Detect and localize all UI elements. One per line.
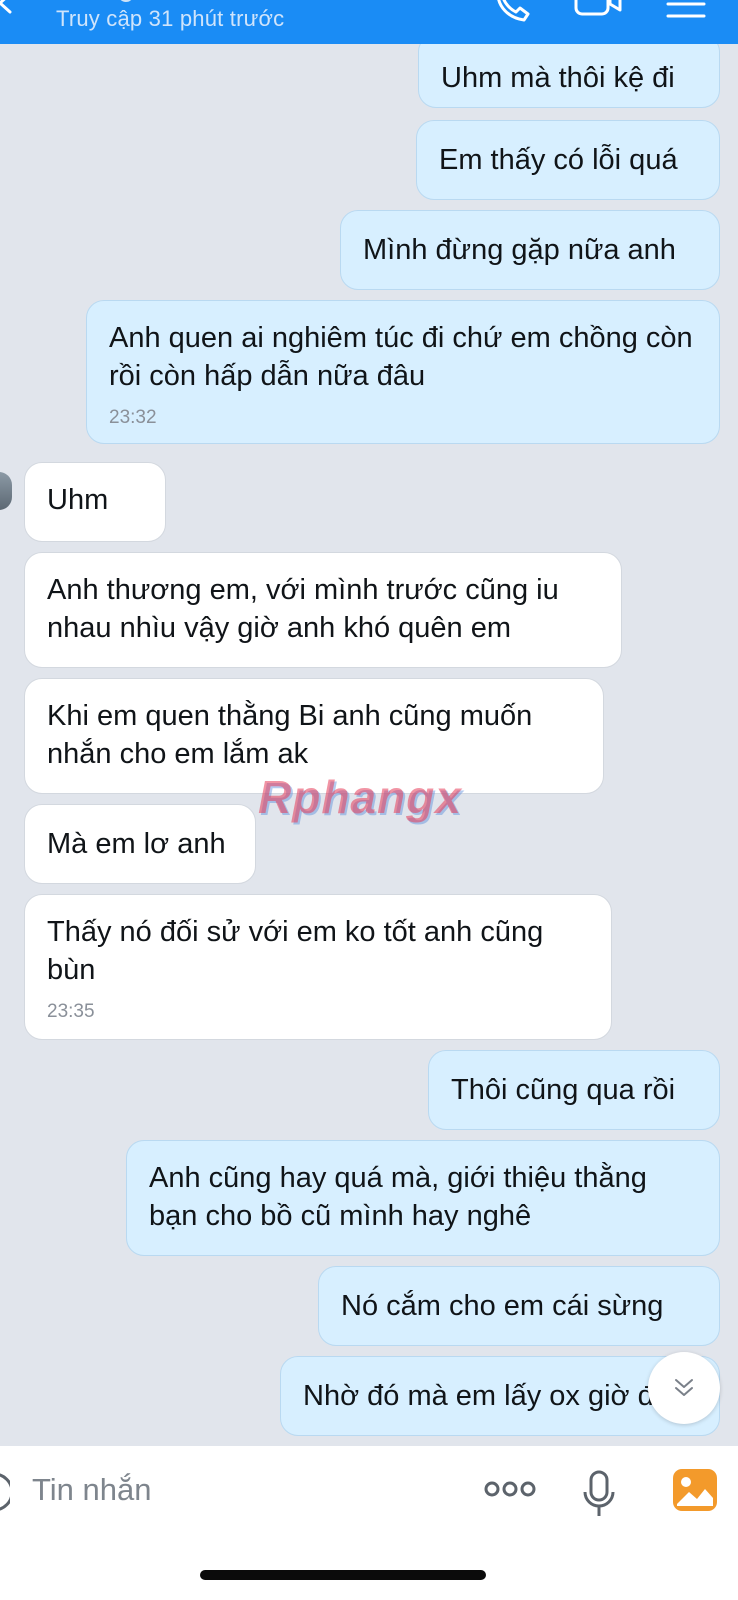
- watermark: Rphangx: [258, 771, 462, 823]
- contact-avatar[interactable]: [118, 0, 134, 2]
- message-incoming[interactable]: Uhm: [24, 462, 166, 542]
- double-chevron-down-icon: [675, 1379, 693, 1396]
- message-time: 23:32: [109, 407, 157, 428]
- message-text: Anh thương em, với mình trước cũng iu nh…: [47, 574, 559, 644]
- message-incoming[interactable]: Thấy nó đối sử với em ko tốt anh cũng bù…: [24, 894, 612, 1040]
- message-text: Uhm mà thôi kệ đi: [441, 62, 675, 94]
- video-icon[interactable]: [574, 0, 622, 18]
- message-text: Nó cắm cho em cái sừng: [341, 1290, 664, 1322]
- message-text: Mà em lơ anh: [47, 828, 226, 860]
- image-icon[interactable]: [672, 1468, 718, 1512]
- message-text: Thôi cũng qua rồi: [451, 1074, 676, 1106]
- message-input[interactable]: Tin nhắn: [32, 1468, 152, 1512]
- last-seen-status: Truy cập 31 phút trước: [56, 6, 285, 31]
- home-indicator: [200, 1570, 486, 1580]
- message-text: Em thấy có lỗi quá: [439, 144, 678, 176]
- message-text: Anh cũng hay quá mà, giới thiệu thằng bạ…: [149, 1162, 647, 1232]
- message-text: Uhm: [47, 484, 109, 516]
- emoji-icon[interactable]: [0, 1472, 10, 1512]
- message-composer: Tin nhắn: [0, 1446, 738, 1600]
- message-outgoing[interactable]: Mình đừng gặp nữa anh: [340, 210, 720, 290]
- message-outgoing[interactable]: Anh cũng hay quá mà, giới thiệu thằng bạ…: [126, 1140, 720, 1256]
- message-text: Anh quen ai nghiêm túc đi chứ em chồng c…: [109, 322, 693, 392]
- message-time: 23:35: [47, 1001, 95, 1022]
- message-outgoing[interactable]: Uhm mà thôi kệ đi: [418, 44, 720, 108]
- chat-header: Truy cập 31 phút trước: [0, 0, 738, 44]
- message-text: Thấy nó đối sử với em ko tốt anh cũng bù…: [47, 916, 544, 986]
- phone-icon[interactable]: [494, 0, 534, 22]
- message-outgoing[interactable]: Em thấy có lỗi quá: [416, 120, 720, 200]
- message-text: Mình đừng gặp nữa anh: [363, 234, 676, 266]
- message-outgoing[interactable]: Nó cắm cho em cái sừng: [318, 1266, 720, 1346]
- message-text: Khi em quen thằng Bi anh cũng muốn nhắn …: [47, 700, 533, 770]
- menu-icon[interactable]: [666, 0, 706, 20]
- scroll-to-bottom-button[interactable]: [648, 1352, 720, 1424]
- message-text: Nhờ đó mà em lấy ox giờ đó: [303, 1380, 670, 1412]
- message-outgoing[interactable]: Thôi cũng qua rồi: [428, 1050, 720, 1130]
- message-incoming[interactable]: Anh thương em, với mình trước cũng iu nh…: [24, 552, 622, 668]
- chat-area[interactable]: Uhm mà thôi kệ đi Em thấy có lỗi quá Mìn…: [0, 44, 738, 1446]
- more-icon[interactable]: [484, 1476, 536, 1502]
- message-outgoing[interactable]: Anh quen ai nghiêm túc đi chứ em chồng c…: [86, 300, 720, 444]
- message-incoming[interactable]: Mà em lơ anh: [24, 804, 256, 884]
- sender-avatar[interactable]: [0, 472, 12, 510]
- back-icon[interactable]: [0, 0, 16, 14]
- mic-icon[interactable]: [582, 1470, 616, 1518]
